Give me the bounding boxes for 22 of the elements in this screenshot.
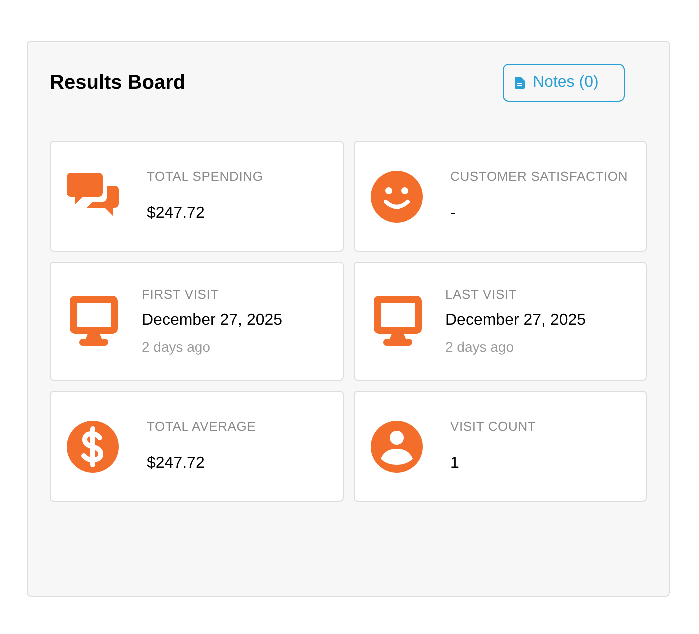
smiley-face-icon: [370, 170, 422, 222]
user-circle-icon: [370, 420, 422, 472]
stat-label: TOTAL AVERAGE: [147, 418, 256, 436]
stat-value: $247.72: [147, 454, 206, 474]
dollar-circle-icon: [67, 420, 119, 472]
stat-value: -: [450, 204, 457, 224]
board-title: Results Board: [50, 71, 186, 96]
stat-value: 1: [450, 454, 460, 474]
relative-time: 2 days ago: [142, 338, 212, 357]
notes-button[interactable]: Notes (0): [503, 64, 625, 102]
stat-label: VISIT COUNT: [450, 418, 536, 436]
stat-value: December 27, 2025: [446, 310, 586, 331]
monitor-icon: [70, 296, 118, 348]
stat-label: TOTAL SPENDING: [147, 168, 264, 186]
stat-value: December 27, 2025: [142, 310, 283, 331]
monitor-icon: [374, 296, 422, 348]
stat-label: LAST VISIT: [446, 286, 518, 304]
stat-label: CUSTOMER SATISFACTION: [450, 168, 628, 186]
document-icon: [515, 77, 525, 89]
relative-time: 2 days ago: [446, 338, 515, 357]
stat-value: $247.72: [147, 204, 206, 224]
stat-label: FIRST VISIT: [142, 286, 220, 304]
